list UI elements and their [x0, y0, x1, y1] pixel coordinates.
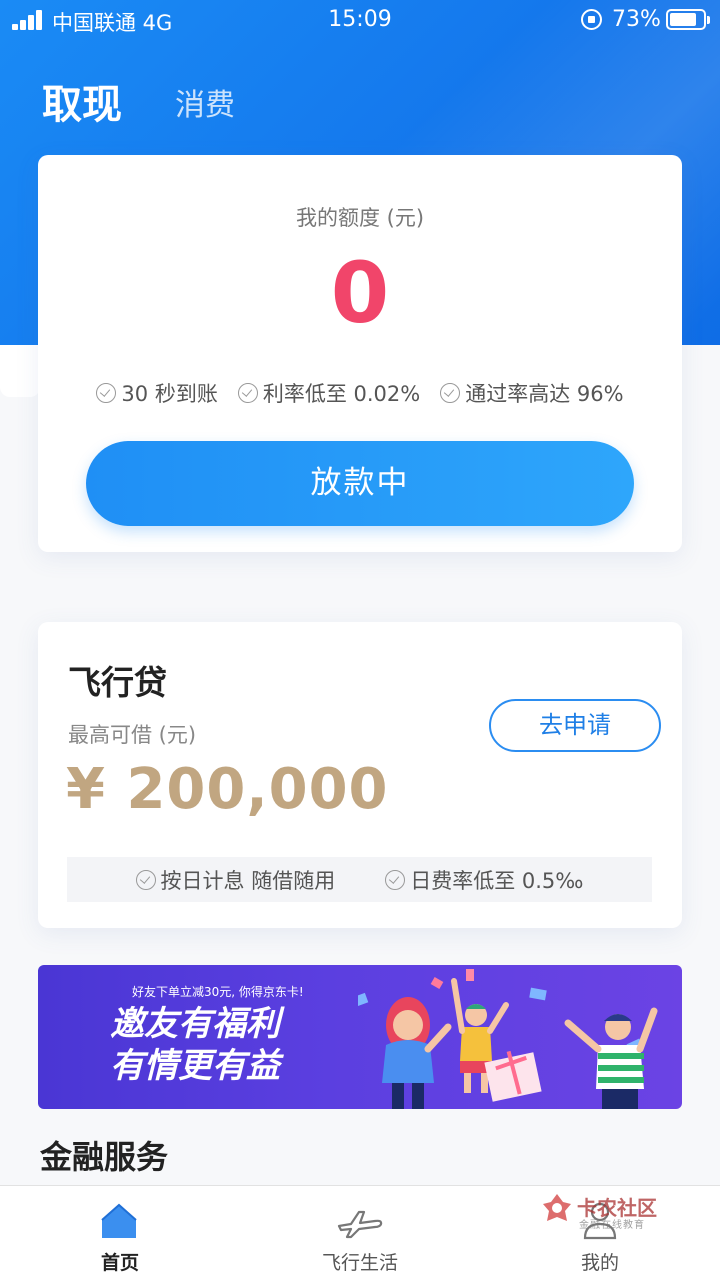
loan-amount: ¥ 200,000 [66, 757, 389, 822]
feature-item: 通过率高达 96% [440, 378, 624, 408]
loan-subtitle: 最高可借 (元) [68, 723, 197, 747]
invite-promo-banner[interactable]: 好友下单立减30元, 你得京东卡! 邀友有福利 有情更有益 [38, 965, 682, 1109]
tab-label: 飞行生活 [321, 1252, 398, 1274]
loan-product-card[interactable]: 飞行贷 最高可借 (元) ¥ 200,000 去申请 按日计息 随借随用 日费率… [38, 622, 682, 928]
tab-withdraw[interactable]: 取现 [42, 72, 122, 130]
loan-status-button[interactable]: 放款中 [86, 441, 634, 526]
quota-value: 0 [330, 244, 390, 342]
quota-features: 30 秒到账 利率低至 0.02% 通过率高达 96% [38, 378, 682, 408]
feature-item: 日费率低至 0.5‰ [385, 865, 583, 895]
airplane-icon [337, 1210, 383, 1239]
tab-consume[interactable]: 消费 [175, 80, 235, 124]
loan-features: 按日计息 随借随用 日费率低至 0.5‰ [67, 857, 652, 902]
check-circle-icon [135, 869, 156, 890]
home-icon [101, 1203, 137, 1238]
feature-item: 按日计息 随借随用 [135, 865, 335, 895]
banner-title: 邀友有福利 有情更有益 [110, 1004, 280, 1086]
check-circle-icon [237, 383, 258, 403]
feature-item: 利率低至 0.02% [237, 378, 420, 408]
kanong-logo-icon [543, 1194, 571, 1221]
loan-title: 飞行贷 [68, 663, 167, 702]
apply-button[interactable]: 去申请 [489, 699, 661, 752]
tab-flight-life[interactable]: 飞行生活 [240, 1186, 480, 1280]
check-circle-icon [96, 383, 117, 403]
kanong-watermark: 卡农社区 金融在线教育 [541, 1190, 671, 1231]
feature-item: 30 秒到账 [96, 378, 218, 408]
tab-label: 我的 [580, 1252, 619, 1274]
battery-percentage: 73% [612, 7, 661, 32]
financial-services-title: 金融服务 [40, 1138, 169, 1176]
check-circle-icon [440, 383, 461, 403]
check-circle-icon [385, 869, 406, 890]
people-celebrating-illustration [358, 969, 658, 1109]
quota-card: 我的额度 (元) 0 30 秒到账 利率低至 0.02% 通过率高达 96% 放… [38, 155, 682, 552]
status-bar: 中国联通 4G 15:09 73% [0, 0, 720, 40]
battery-icon [666, 9, 710, 30]
rotation-lock-icon [581, 9, 602, 30]
tab-home[interactable]: 首页 [0, 1186, 240, 1280]
quota-label: 我的额度 (元) [295, 206, 425, 230]
banner-caption: 好友下单立减30元, 你得京东卡! [132, 985, 304, 999]
tab-label: 首页 [100, 1252, 139, 1274]
